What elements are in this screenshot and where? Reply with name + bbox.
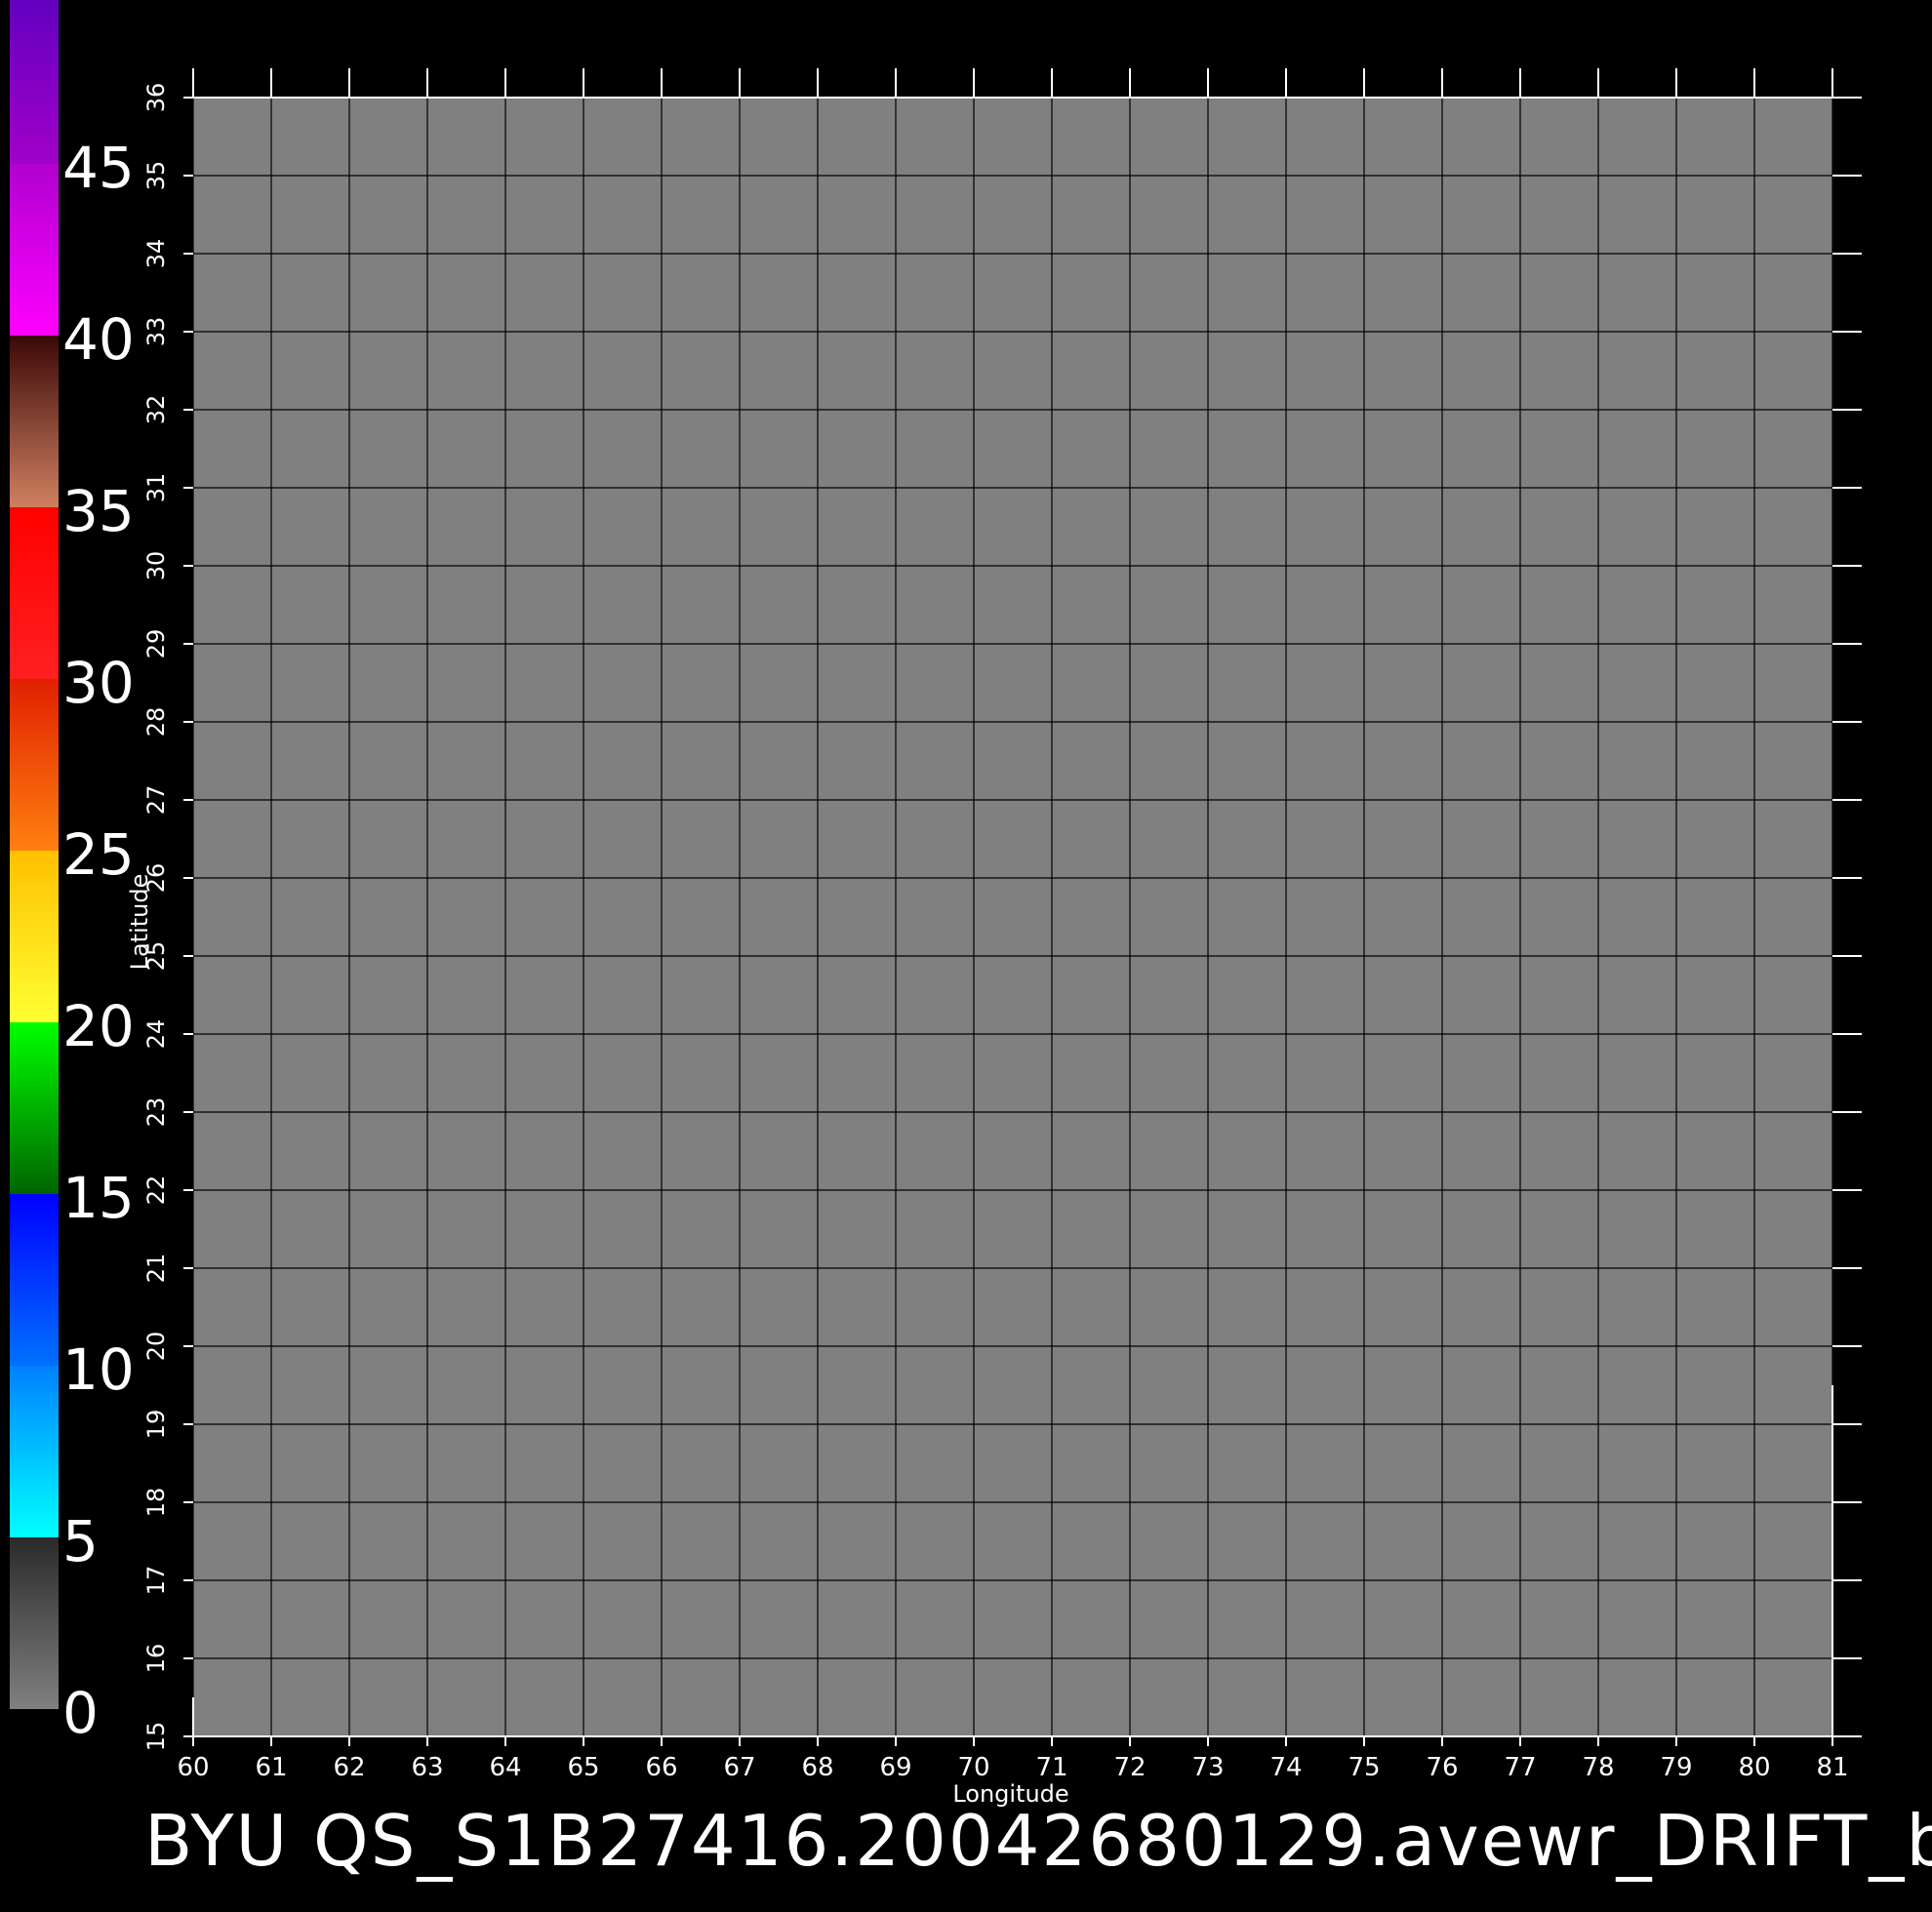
y-tick-label: 17 <box>142 1566 170 1596</box>
y-axis-label: Latitude <box>126 874 153 971</box>
colorbar-tick-label: 10 <box>62 1336 135 1403</box>
colorbar-tick-label: 5 <box>62 1508 99 1574</box>
colorbar-labels: 0 5 10 15 20 25 30 35 40 45 <box>62 135 135 1746</box>
colorbar-segment <box>10 1194 59 1366</box>
colorbar-segment <box>10 851 59 1022</box>
colorbar-tick-label: 20 <box>62 993 135 1059</box>
x-tick-label: 75 <box>1348 1753 1380 1782</box>
y-tick-label: 34 <box>142 239 170 269</box>
x-tick-label: 73 <box>1191 1753 1224 1782</box>
plot-area <box>193 98 1832 1736</box>
y-tick-label: 21 <box>142 1254 170 1284</box>
chart-svg: 051015202530354045 60 61 62 63 64 65 66 67 68 69 7… <box>10 0 1932 1882</box>
y-tick-label: 20 <box>142 1332 170 1362</box>
x-tick-label: 65 <box>567 1753 599 1782</box>
x-tick-label: 72 <box>1113 1753 1146 1782</box>
y-tick-label: 23 <box>142 1097 170 1128</box>
y-tick-label: 16 <box>142 1644 170 1674</box>
y-tick-label: 33 <box>142 317 170 347</box>
colorbar-segment <box>10 679 59 851</box>
x-tick-label: 69 <box>879 1753 911 1782</box>
y-tick-label: 29 <box>142 629 170 659</box>
colorbar-tick-label: 25 <box>62 821 135 888</box>
x-tick-label: 71 <box>1035 1753 1067 1782</box>
y-tick-label: 22 <box>142 1175 170 1206</box>
colorbar-tick-label: 0 <box>62 1680 99 1746</box>
colorbar-segment <box>10 1022 59 1194</box>
y-tick-label: 35 <box>142 161 170 191</box>
x-tick-label: 67 <box>723 1753 755 1782</box>
y-tick-label: 24 <box>142 1019 170 1050</box>
y-tick-label: 32 <box>142 395 170 425</box>
x-tick-label: 66 <box>645 1753 677 1782</box>
y-tick-label: 30 <box>142 551 170 581</box>
colorbar-segment <box>10 164 59 336</box>
figure: 0 5 10 15 20 25 30 35 40 45 60 61 62 63 64 65 66 67 68 69 7… <box>0 0 1932 1912</box>
x-tick-label: 77 <box>1504 1753 1536 1782</box>
x-tick-label: 61 <box>255 1753 287 1782</box>
colorbar <box>10 0 59 1709</box>
x-tick-label: 79 <box>1660 1753 1692 1782</box>
x-tick-label: 70 <box>957 1753 989 1782</box>
x-tick-label: 68 <box>801 1753 833 1782</box>
x-tick-label: 62 <box>333 1753 365 1782</box>
colorbar-tick-label: 40 <box>62 306 135 373</box>
colorbar-segment <box>10 1537 59 1709</box>
colorbar-tick-label: 30 <box>62 650 135 716</box>
y-tick-label: 18 <box>142 1488 170 1518</box>
x-tick-label: 74 <box>1269 1753 1302 1782</box>
y-tick-label: 27 <box>142 785 170 816</box>
x-tick-label: 60 <box>177 1753 209 1782</box>
colorbar-tick-label: 15 <box>62 1165 135 1231</box>
colorbar-tick-label: 45 <box>62 135 135 201</box>
colorbar-segment <box>10 1366 59 1537</box>
chart-title: BYU QS_S1B27416.20042680129.avewr_DRIFT_… <box>144 1800 1932 1882</box>
x-tick-label: 78 <box>1582 1753 1614 1782</box>
x-tick-labels: 60 61 62 63 64 65 66 67 68 69 70 71 72 73 74 75 76 77 78 79… <box>177 1753 1848 1782</box>
colorbar-segment <box>10 507 59 679</box>
x-tick-label: 81 <box>1816 1753 1848 1782</box>
colorbar-segment <box>10 0 59 164</box>
x-tick-label: 76 <box>1426 1753 1458 1782</box>
y-tick-label: 19 <box>142 1410 170 1440</box>
x-tick-label: 80 <box>1738 1753 1770 1782</box>
y-tick-label: 15 <box>142 1722 170 1752</box>
colorbar-tick-label: 35 <box>62 478 135 544</box>
y-tick-label: 28 <box>142 707 170 737</box>
x-tick-label: 63 <box>411 1753 443 1782</box>
x-tick-label: 64 <box>489 1753 521 1782</box>
colorbar-segment <box>10 336 59 507</box>
y-tick-label: 31 <box>142 473 170 503</box>
y-tick-label: 36 <box>142 83 170 113</box>
